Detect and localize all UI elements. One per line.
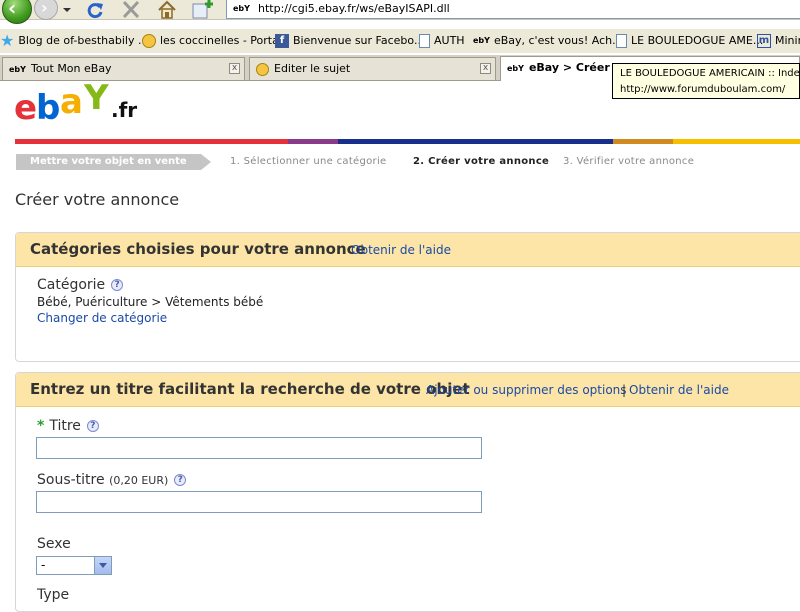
link-separator: | xyxy=(622,383,627,397)
title-label: * Titre? xyxy=(37,417,99,435)
subtitle-input[interactable] xyxy=(36,491,482,513)
tab-editer-le-sujet[interactable]: Editer le sujet x xyxy=(249,57,496,80)
required-icon: * xyxy=(37,418,45,434)
header-stripe-blue xyxy=(338,139,613,144)
navigation-toolbar: ‹ › ebY http://cgi5.ebay.fr/ws/eBayISAPI… xyxy=(0,0,800,24)
home-button[interactable] xyxy=(156,0,178,20)
header-stripe-orange xyxy=(613,139,673,144)
category-section: Catégories choisies pour votre annonce O… xyxy=(15,232,800,362)
smiley-icon xyxy=(256,62,269,76)
change-category-link[interactable]: Changer de catégorie xyxy=(37,310,167,326)
star-icon: ★ xyxy=(0,31,15,50)
m-icon: m xyxy=(757,34,771,48)
type-label: Type xyxy=(37,587,70,603)
title-input[interactable] xyxy=(36,437,482,459)
bookmark-minin[interactable]: mMinin xyxy=(757,29,800,53)
back-arrow-icon xyxy=(2,0,32,24)
reload-button[interactable] xyxy=(84,0,108,20)
page-title: Créer votre annonce xyxy=(15,190,180,209)
step-2: 2. Créer votre annonce xyxy=(413,156,550,167)
stop-button[interactable] xyxy=(120,0,142,20)
url-text: http://cgi5.ebay.fr/ws/eBayISAPI.dll xyxy=(258,2,450,15)
reload-icon xyxy=(87,3,103,19)
title-section-header: Entrez un titre facilitant la recherche … xyxy=(16,373,800,407)
title-help-link[interactable]: Obtenir de l'aide xyxy=(629,382,729,398)
progress-steps: Mettre votre objet en vente 1. Sélection… xyxy=(16,154,800,170)
address-bar[interactable]: ebY http://cgi5.ebay.fr/ws/eBayISAPI.dll xyxy=(226,0,800,19)
bookmark-bouledogue[interactable]: LE BOULEDOGUE AME... xyxy=(616,29,763,53)
ebay-logo[interactable]: e b a Y .fr xyxy=(14,78,144,128)
ebay-favicon-icon: ebY xyxy=(233,4,250,13)
category-label: Catégorie? xyxy=(37,276,124,294)
back-button[interactable]: ‹ xyxy=(0,0,36,24)
sex-select[interactable]: - xyxy=(36,556,112,575)
ebay-icon: ebY xyxy=(9,64,26,74)
forward-button[interactable]: › xyxy=(32,0,60,20)
subtitle-label: Sous-titre (0,20 EUR)? xyxy=(37,471,187,490)
header-stripe-yellow xyxy=(673,139,800,144)
step-current-label: Mettre votre objet en vente xyxy=(16,154,201,170)
category-section-title: Catégories choisies pour votre annonce xyxy=(30,240,366,258)
bookmark-ebay[interactable]: ebY eBay, c'est vous! Ach... xyxy=(473,29,623,53)
chevron-down-icon xyxy=(63,8,71,12)
title-section-title: Entrez un titre facilitant la recherche … xyxy=(30,380,470,398)
step-arrow xyxy=(201,154,211,170)
facebook-icon: f xyxy=(275,34,289,48)
sex-label: Sexe xyxy=(37,536,71,552)
help-icon[interactable]: ? xyxy=(174,474,187,486)
title-section: Entrez un titre facilitant la recherche … xyxy=(15,372,800,612)
add-bookmark-button[interactable] xyxy=(190,0,216,20)
close-tab-icon[interactable]: x xyxy=(480,63,491,74)
tab-tout-mon-ebay[interactable]: ebY Tout Mon eBay x xyxy=(2,57,245,80)
step-3: 3. Vérifier votre annonce xyxy=(563,156,695,167)
category-section-header: Catégories choisies pour votre annonce O… xyxy=(16,233,800,267)
page-icon xyxy=(616,34,627,48)
bookmarks-toolbar: ★ Blog de of-besthabily ... les coccinell… xyxy=(0,29,800,53)
bookmark-facebook[interactable]: f Bienvenue sur Facebo... xyxy=(275,29,424,53)
bookmark-blog[interactable]: ★ Blog de of-besthabily ... xyxy=(0,29,148,53)
page-icon xyxy=(419,34,430,48)
header-stripe-purple xyxy=(288,139,338,144)
header-stripe-red xyxy=(15,139,288,144)
smiley-icon xyxy=(142,34,156,48)
bookmark-auth[interactable]: AUTH xyxy=(419,29,465,53)
help-icon[interactable]: ? xyxy=(86,420,99,432)
stop-icon xyxy=(122,0,140,19)
bookmark-coccinelles[interactable]: les coccinelles - Portail xyxy=(142,29,285,53)
ebay-icon: ebY xyxy=(507,63,524,73)
history-dropdown-button[interactable] xyxy=(60,0,74,20)
home-icon xyxy=(158,0,176,19)
options-link[interactable]: Ajouter ou supprimer des options xyxy=(426,382,627,398)
chevron-down-icon xyxy=(99,563,107,568)
ebay-icon: ebY xyxy=(473,36,490,45)
add-bookmark-icon xyxy=(192,0,213,19)
category-value: Bébé, Puériculture > Vêtements bébé xyxy=(37,295,264,309)
link-tooltip: LE BOULEDOGUE AMERICAIN :: Index http://… xyxy=(612,63,800,99)
category-help-link[interactable]: Obtenir de l'aide xyxy=(351,242,451,258)
step-1: 1. Sélectionner une catégorie xyxy=(230,156,387,167)
close-tab-icon[interactable]: x xyxy=(229,63,240,74)
help-icon[interactable]: ? xyxy=(111,279,124,291)
